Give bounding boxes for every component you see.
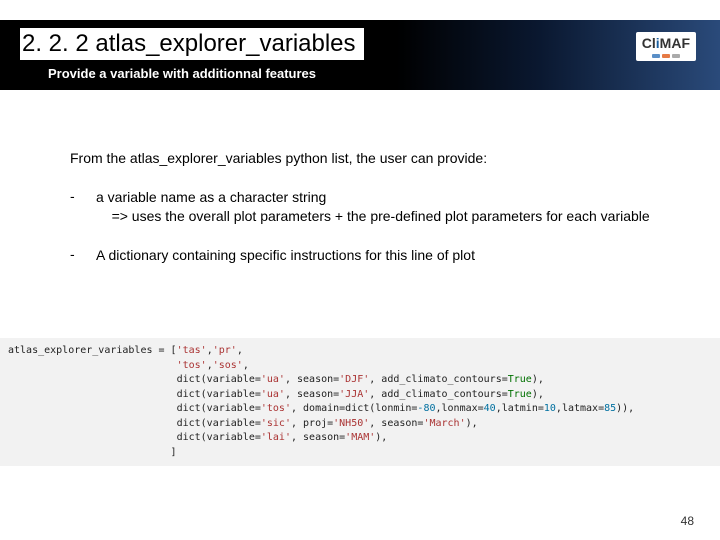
logo-squares	[642, 54, 690, 58]
intro-text: From the atlas_explorer_variables python…	[70, 150, 680, 166]
bullet1-line1: a variable name as a character string	[96, 189, 326, 205]
bullet-item-1: - a variable name as a character string …	[70, 188, 680, 226]
logo-text: CliMAF	[642, 35, 690, 51]
header-text-block: 2. 2. 2 atlas_explorer_variables Provide…	[20, 28, 636, 81]
bullet-dash: -	[70, 246, 96, 265]
slide-header: 2. 2. 2 atlas_explorer_variables Provide…	[0, 20, 720, 90]
page-title: 2. 2. 2 atlas_explorer_variables	[20, 28, 364, 60]
body-content: From the atlas_explorer_variables python…	[70, 150, 680, 285]
page-subtitle: Provide a variable with additionnal feat…	[48, 66, 636, 81]
bullet-item-2: - A dictionary containing specific instr…	[70, 246, 680, 265]
bullet-dash: -	[70, 188, 96, 226]
bullet2-text: A dictionary containing specific instruc…	[96, 246, 475, 265]
code-block: atlas_explorer_variables = ['tas','pr', …	[0, 338, 720, 466]
bullet1-line2: => uses the overall plot parameters + th…	[112, 208, 650, 224]
page-number: 48	[681, 514, 694, 528]
climaf-logo: CliMAF	[636, 32, 696, 61]
bullet-text: a variable name as a character string =>…	[96, 188, 650, 226]
